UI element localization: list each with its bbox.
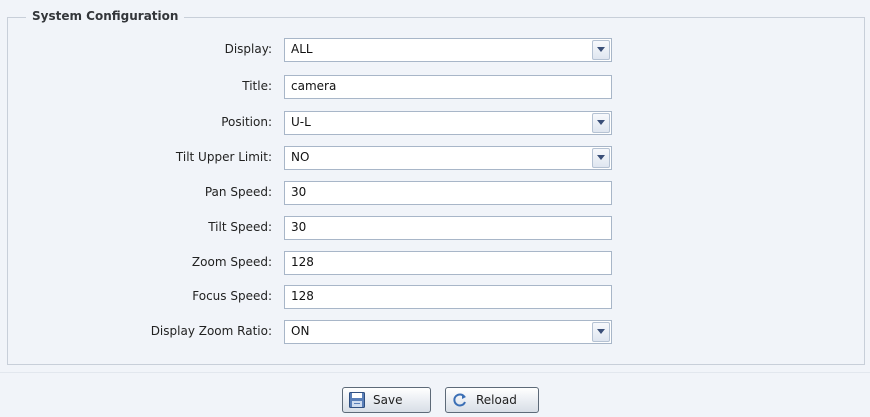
zoom-speed-row: Zoom Speed: 128 bbox=[0, 251, 870, 275]
reload-button[interactable]: Reload bbox=[445, 387, 539, 413]
chevron-down-icon bbox=[597, 47, 605, 52]
position-dropdown-button[interactable] bbox=[592, 113, 610, 133]
chevron-down-icon bbox=[597, 155, 605, 160]
divider bbox=[0, 372, 870, 373]
title-label: Title: bbox=[242, 79, 272, 93]
focus-speed-row: Focus Speed: 128 bbox=[0, 285, 870, 309]
display-dropdown-button[interactable] bbox=[592, 40, 610, 60]
tilt-upper-limit-value: NO bbox=[291, 150, 310, 164]
section-title: System Configuration bbox=[26, 9, 185, 23]
display-zoom-ratio-label: Display Zoom Ratio: bbox=[150, 324, 272, 338]
focus-speed-label: Focus Speed: bbox=[192, 289, 272, 303]
pan-speed-label: Pan Speed: bbox=[204, 185, 272, 199]
focus-speed-input[interactable]: 128 bbox=[284, 285, 612, 309]
display-zoom-ratio-select[interactable]: ON bbox=[284, 320, 612, 344]
chevron-down-icon bbox=[597, 120, 605, 125]
zoom-speed-value: 128 bbox=[291, 255, 314, 269]
title-row: Title: camera bbox=[0, 75, 870, 99]
title-input[interactable]: camera bbox=[284, 75, 612, 99]
position-label: Position: bbox=[221, 115, 272, 129]
reload-button-label: Reload bbox=[476, 393, 517, 407]
tilt-speed-input[interactable]: 30 bbox=[284, 216, 612, 240]
save-button-label: Save bbox=[373, 393, 403, 407]
tilt-upper-limit-row: Tilt Upper Limit: NO bbox=[0, 146, 870, 170]
tilt-speed-label: Tilt Speed: bbox=[208, 220, 272, 234]
tilt-upper-limit-select[interactable]: NO bbox=[284, 146, 612, 170]
title-value: camera bbox=[291, 79, 337, 93]
tilt-upper-limit-dropdown-button[interactable] bbox=[592, 148, 610, 168]
pan-speed-row: Pan Speed: 30 bbox=[0, 181, 870, 205]
position-value: U-L bbox=[291, 115, 311, 129]
position-select[interactable]: U-L bbox=[284, 111, 612, 135]
display-select[interactable]: ALL bbox=[284, 38, 612, 62]
tilt-speed-row: Tilt Speed: 30 bbox=[0, 216, 870, 240]
chevron-down-icon bbox=[597, 329, 605, 334]
refresh-icon bbox=[452, 392, 468, 411]
zoom-speed-input[interactable]: 128 bbox=[284, 251, 612, 275]
position-row: Position: U-L bbox=[0, 111, 870, 135]
display-label: Display: bbox=[224, 42, 272, 56]
pan-speed-value: 30 bbox=[291, 185, 307, 199]
tilt-upper-limit-label: Tilt Upper Limit: bbox=[175, 150, 272, 164]
display-value: ALL bbox=[291, 42, 313, 56]
display-row: Display: ALL bbox=[0, 38, 870, 62]
floppy-disk-icon bbox=[349, 392, 365, 411]
pan-speed-input[interactable]: 30 bbox=[284, 181, 612, 205]
display-zoom-ratio-row: Display Zoom Ratio: ON bbox=[0, 320, 870, 344]
save-button[interactable]: Save bbox=[342, 387, 431, 413]
tilt-speed-value: 30 bbox=[291, 220, 307, 234]
zoom-speed-label: Zoom Speed: bbox=[191, 255, 272, 269]
display-zoom-ratio-dropdown-button[interactable] bbox=[592, 322, 610, 342]
focus-speed-value: 128 bbox=[291, 289, 314, 303]
display-zoom-ratio-value: ON bbox=[291, 324, 310, 338]
